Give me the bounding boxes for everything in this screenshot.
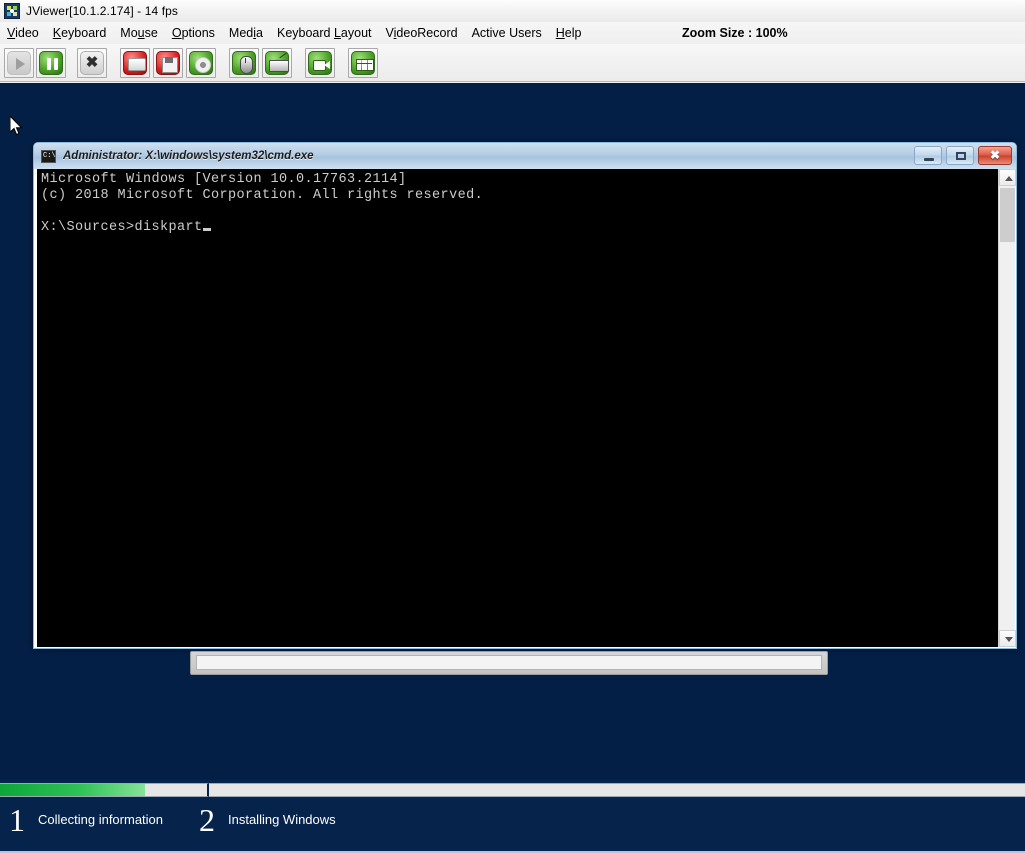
menu-keyboard-label: eyboard — [61, 26, 106, 40]
setup-step-2: 2 Installing Windows — [199, 801, 336, 839]
remote-session-bottom-bar[interactable] — [190, 651, 828, 675]
menu-keyboard-layout[interactable]: Keyboard Layout — [270, 24, 379, 42]
cmd-console-body[interactable]: Microsoft Windows [Version 10.0.17763.21… — [37, 169, 1015, 647]
menu-video-label: ideo — [15, 26, 39, 40]
mouse-button[interactable] — [229, 48, 259, 78]
menu-video-record[interactable]: VideoRecord — [379, 24, 465, 42]
cmd-titlebar[interactable]: Administrator: X:\windows\system32\cmd.e… — [34, 143, 1016, 169]
floppy-redirect-button[interactable] — [153, 48, 183, 78]
floppy-disk-icon — [156, 51, 180, 75]
progress-segment-2 — [209, 783, 1025, 797]
keyboard-button[interactable] — [262, 48, 292, 78]
cmd-icon — [41, 150, 56, 163]
video-record-button[interactable] — [305, 48, 335, 78]
menu-keyboard[interactable]: Keyboard — [46, 24, 114, 42]
setup-steps: 1 Collecting information 2 Installing Wi… — [0, 797, 1025, 853]
cmd-cursor — [203, 228, 211, 231]
menu-active-users[interactable]: Active Users — [465, 24, 549, 42]
menu-options-label: ptions — [182, 26, 215, 40]
jviewer-application-window: JViewer[10.1.2.174] - 14 fps Video Keybo… — [0, 0, 1025, 853]
zoom-size-label: Zoom Size : 100% — [682, 26, 788, 40]
setup-step-1-label: Collecting information — [38, 801, 163, 839]
menu-video[interactable]: Video — [0, 24, 46, 42]
menu-bar: Video Keyboard Mouse Options Media Keybo… — [0, 22, 1025, 44]
minimize-button[interactable] — [914, 146, 942, 165]
pause-icon — [39, 51, 63, 75]
cmd-vertical-scrollbar[interactable] — [998, 169, 1015, 647]
fullscreen-button[interactable]: ✖ — [77, 48, 107, 78]
scroll-up-button[interactable] — [999, 169, 1016, 186]
scrollbar-thumb[interactable] — [1000, 188, 1015, 242]
chevron-down-icon — [1005, 637, 1013, 642]
menu-mouse[interactable]: Mouse — [113, 24, 165, 42]
toolbar: ✖ 50 100 150 — [0, 44, 1025, 82]
menu-help-label: elp — [565, 26, 582, 40]
scroll-down-button[interactable] — [999, 630, 1016, 647]
close-icon: ✖ — [979, 147, 1011, 164]
windows-setup-status-area: 1 Collecting information 2 Installing Wi… — [0, 780, 1025, 853]
mouse-cursor-icon — [10, 116, 24, 136]
menu-media-label: a — [256, 26, 263, 40]
close-button[interactable]: ✖ — [978, 146, 1012, 165]
menu-media[interactable]: Media — [222, 24, 270, 42]
progress-fill-1 — [0, 784, 145, 796]
menu-help[interactable]: Help — [549, 24, 589, 42]
blocks-icon — [351, 51, 375, 75]
cmd-window-title: Administrator: X:\windows\system32\cmd.e… — [63, 150, 314, 162]
menu-options[interactable]: Options — [165, 24, 222, 42]
cmd-window[interactable]: Administrator: X:\windows\system32\cmd.e… — [33, 142, 1017, 649]
keyboard-icon — [265, 51, 289, 75]
setup-step-1: 1 Collecting information — [9, 801, 163, 839]
setup-step-2-number: 2 — [199, 801, 215, 839]
window-titlebar: JViewer[10.1.2.174] - 14 fps — [0, 0, 1025, 22]
cd-disc-icon — [189, 51, 213, 75]
setup-step-1-number: 1 — [9, 801, 25, 839]
window-title: JViewer[10.1.2.174] - 14 fps — [26, 4, 178, 18]
cmd-window-controls: ✖ — [914, 146, 1012, 165]
power-control-button[interactable] — [348, 48, 378, 78]
menu-active-users-label: Active Users — [472, 26, 542, 40]
setup-step-2-label: Installing Windows — [228, 801, 336, 839]
hard-drive-icon — [123, 51, 147, 75]
cd-redirect-button[interactable] — [186, 48, 216, 78]
drive-redirect-button[interactable] — [120, 48, 150, 78]
progress-segment-1 — [0, 783, 209, 797]
mouse-icon — [232, 51, 256, 75]
play-icon — [7, 51, 31, 75]
jviewer-icon — [4, 3, 20, 19]
video-camera-icon — [308, 51, 332, 75]
remote-session-bottom-bar-inner — [196, 655, 822, 670]
minimize-icon — [924, 158, 934, 161]
pause-button[interactable] — [36, 48, 66, 78]
remote-desktop-viewport[interactable]: Administrator: X:\windows\system32\cmd.e… — [0, 83, 1025, 780]
cmd-console-text: Microsoft Windows [Version 10.0.17763.21… — [41, 172, 483, 236]
cmd-console-lines: Microsoft Windows [Version 10.0.17763.21… — [41, 172, 483, 235]
menu-video-record-label: deoRecord — [396, 26, 457, 40]
maximize-button[interactable] — [946, 146, 974, 165]
menu-mouse-label: se — [145, 26, 158, 40]
fullscreen-icon: ✖ — [80, 51, 104, 75]
play-button[interactable] — [4, 48, 34, 78]
menu-keyboard-layout-label: ayout — [341, 26, 372, 40]
setup-progress-bars — [0, 783, 1025, 797]
chevron-up-icon — [1005, 176, 1013, 181]
maximize-icon — [956, 152, 966, 160]
